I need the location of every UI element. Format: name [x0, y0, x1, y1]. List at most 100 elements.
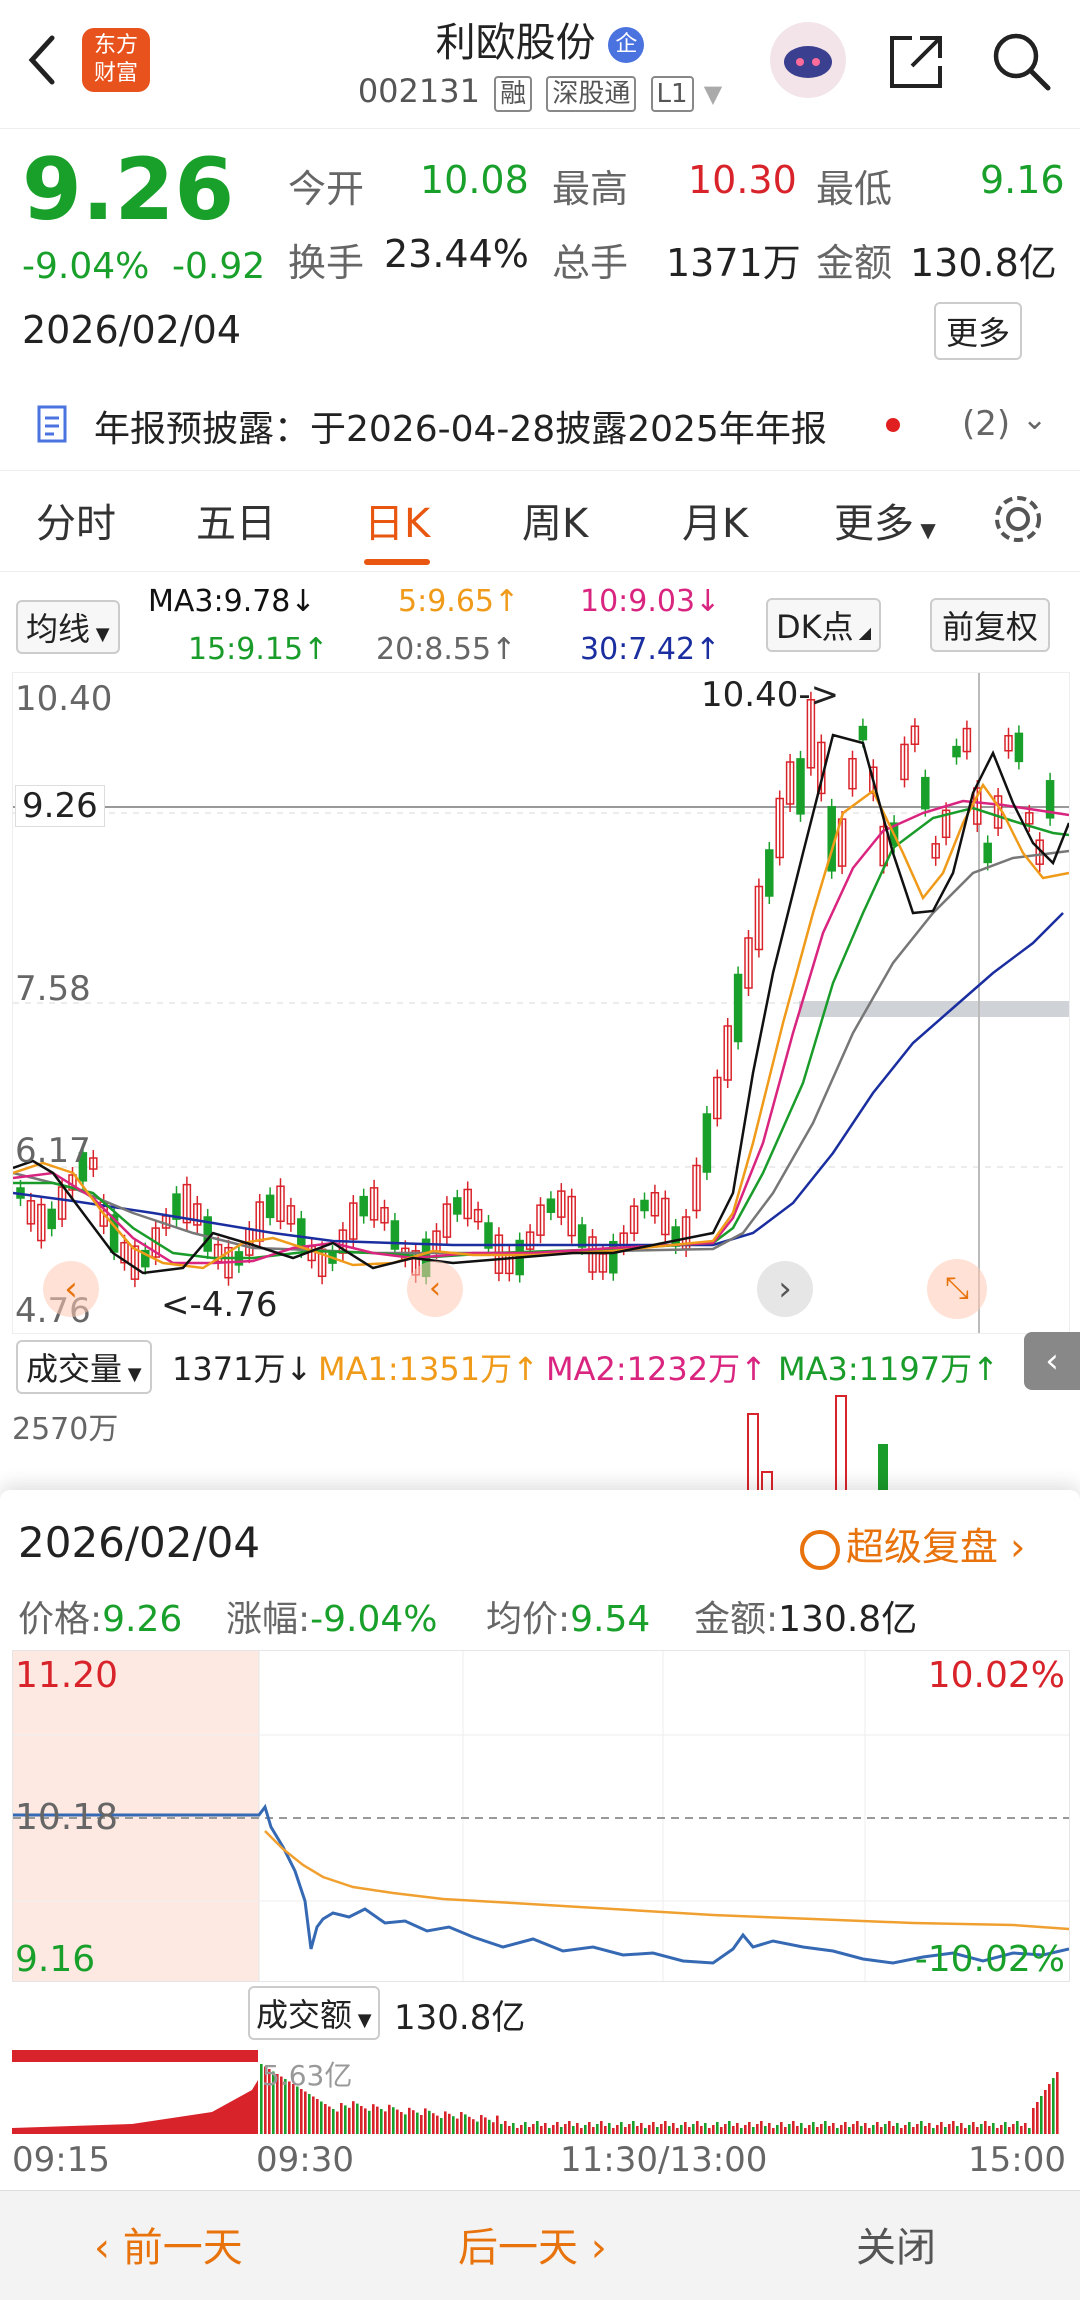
amount-bar: [624, 2127, 627, 2134]
zoom-out-icon[interactable]: ‹: [407, 1261, 463, 1317]
amount-bar: [304, 2091, 307, 2134]
collapse-panel-button[interactable]: ‹: [1024, 1332, 1080, 1390]
amount-bar: [716, 2122, 719, 2134]
amount-bar: [620, 2122, 623, 2134]
more-quote-button[interactable]: 更多: [934, 302, 1023, 360]
amount-bar: [664, 2121, 667, 2134]
change-amount: -0.92: [172, 246, 266, 287]
amount-bar: [492, 2122, 495, 2134]
amount-bar: [992, 2123, 995, 2134]
expand-icon[interactable]: ⤡: [927, 1259, 987, 1319]
amount-bar: [384, 2111, 387, 2134]
amount-bar: [1012, 2124, 1015, 2134]
amount-bar: [920, 2121, 923, 2134]
search-icon[interactable]: [988, 28, 1054, 94]
tab-monthly-k[interactable]: 月K: [682, 491, 748, 549]
tab-more[interactable]: 更多 ▼: [834, 491, 936, 549]
amount-bar: [764, 2126, 767, 2134]
tab-intraday[interactable]: 分时: [36, 491, 116, 549]
amount-bar: [616, 2125, 619, 2134]
amount-bar: [428, 2110, 431, 2134]
dk-point-button[interactable]: DK点 ◢: [766, 598, 882, 652]
amount-bar: [1020, 2126, 1023, 2134]
volume-value: 1371万: [666, 241, 801, 285]
ma20-value: 20:8.55↑: [376, 632, 517, 667]
amount-bar: [712, 2125, 715, 2134]
next-day-button[interactable]: 后一天 ›: [458, 2215, 607, 2273]
amount-bar: [416, 2112, 419, 2134]
amount-bar: [692, 2124, 695, 2134]
amount-bar: [592, 2127, 595, 2134]
chevron-down-icon: ⌄: [1022, 402, 1048, 437]
popup-footer: ‹ 前一天 后一天 › 关闭: [0, 2190, 1080, 2300]
intraday-chart[interactable]: 11.20 10.18 9.16 10.02% -10.02%: [12, 1650, 1070, 1982]
amount-chart: 5.63亿: [12, 2050, 1068, 2134]
amount-bar: [1000, 2125, 1003, 2134]
amount-bar: [980, 2124, 983, 2134]
amount-bar: [700, 2126, 703, 2134]
amount-peak-label: 5.63亿: [262, 2059, 353, 2092]
scroll-left-icon[interactable]: ‹: [43, 1261, 99, 1317]
volume-ma2: MA2:1232万↑: [546, 1350, 767, 1388]
ma15-line: [13, 806, 1069, 1260]
prev-day-button[interactable]: ‹ 前一天: [94, 2215, 243, 2273]
amount-bar: [444, 2111, 447, 2134]
amount-bar: [436, 2115, 439, 2134]
amount-bar: [656, 2127, 659, 2134]
current-price: 9.26: [22, 140, 235, 240]
ma-selector[interactable]: 均线 ▼: [16, 600, 120, 654]
amount-bar: [836, 2128, 839, 2134]
amount-bar: [988, 2126, 991, 2134]
y-label-758: 7.58: [15, 969, 91, 1009]
amount-bar: [544, 2123, 547, 2134]
notice-bar[interactable]: 年报预披露：于2026-04-28披露2025年年报 (2) ⌄: [0, 388, 1080, 458]
amount-bar: [372, 2104, 375, 2134]
amount-bar: [308, 2094, 311, 2134]
volume-selector[interactable]: 成交量 ▼: [16, 1340, 152, 1394]
kline-svg: [13, 673, 1069, 1333]
amount-bar: [320, 2101, 323, 2134]
change-percent: -9.04%: [22, 246, 150, 287]
dropdown-icon[interactable]: ▼: [704, 80, 722, 108]
amount-bar: [816, 2127, 819, 2134]
close-button[interactable]: 关闭: [856, 2215, 936, 2273]
tab-daily-k[interactable]: 日K: [364, 491, 431, 565]
tab-weekly-k[interactable]: 周K: [522, 491, 588, 549]
settings-gear-icon[interactable]: [990, 491, 1046, 547]
amount-bar: [676, 2128, 679, 2134]
amount-bar: [800, 2123, 803, 2134]
amount-bar: [480, 2115, 483, 2134]
amount-bar: [456, 2118, 459, 2134]
low-value: 9.16: [980, 158, 1065, 202]
amount-bar: [964, 2128, 967, 2134]
adjust-button[interactable]: 前复权: [930, 598, 1051, 652]
amount-bar: [668, 2126, 671, 2134]
popup-price: 价格:9.26: [18, 1599, 183, 1640]
ma5-value: 5:9.65↑: [398, 584, 520, 619]
amount-bar: [1036, 2102, 1039, 2134]
label-open: 今开: [288, 167, 365, 211]
amount-bar: [612, 2128, 615, 2134]
amount-bar: [600, 2121, 603, 2134]
kline-chart[interactable]: 10.40 9.26 7.58 6.17 4.76 10.40-> <-4.76…: [12, 672, 1070, 1334]
tab-five-day[interactable]: 五日: [196, 491, 276, 549]
amount-bar: [1028, 2128, 1031, 2134]
amount-bar: [788, 2124, 791, 2134]
share-icon[interactable]: [884, 30, 948, 94]
robot-assistant-icon[interactable]: [770, 22, 846, 98]
amount-bar: [952, 2121, 955, 2134]
amount-bar: [360, 2106, 363, 2134]
amount-selector[interactable]: 成交额 ▼: [248, 1986, 380, 2040]
y-label-1040: 10.40: [15, 679, 113, 719]
super-replay-link[interactable]: 超级复盘 ›: [800, 1516, 1025, 1571]
amount-bar: [484, 2117, 487, 2134]
enterprise-badge: 企: [608, 27, 645, 63]
scroll-right-icon[interactable]: ›: [757, 1261, 813, 1317]
turnover-value: 23.44%: [384, 232, 529, 276]
amount-bar: [720, 2127, 723, 2134]
intraday-y-low: 9.16: [15, 1939, 96, 1980]
amount-bar: [912, 2127, 915, 2134]
amount-bar: [892, 2126, 895, 2134]
amount-bar: [728, 2121, 731, 2134]
amount-bar: [388, 2104, 391, 2134]
